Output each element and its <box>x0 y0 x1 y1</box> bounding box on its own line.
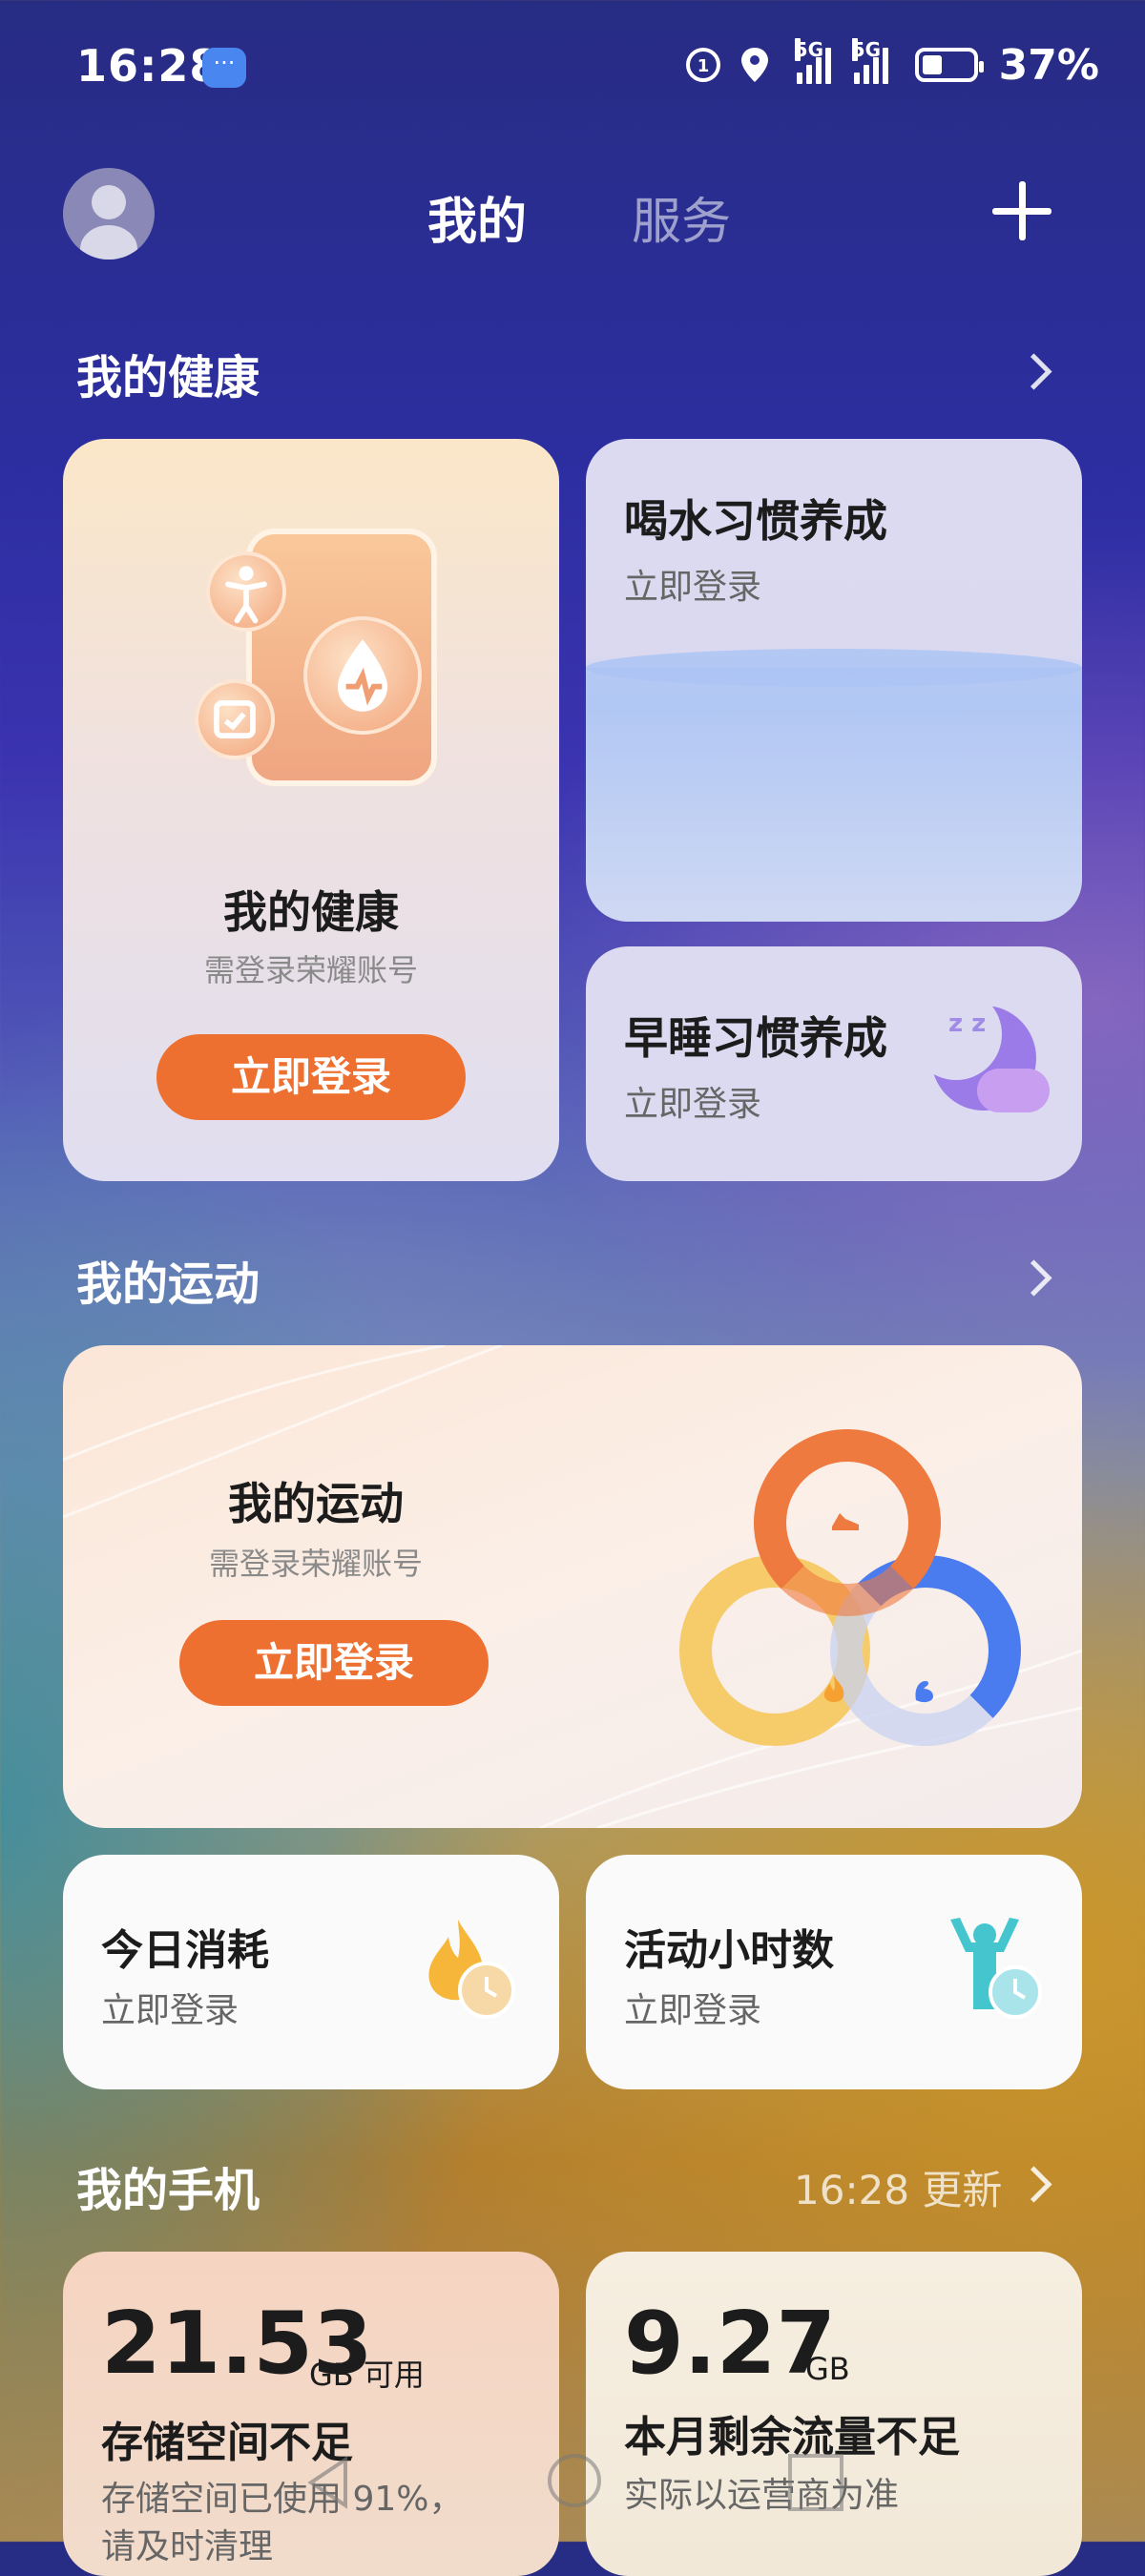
health-card-subtitle: 需登录荣耀账号 <box>203 952 418 988</box>
active-hours-card-subtitle: 立即登录 <box>624 1991 762 2030</box>
health-card[interactable]: 我的健康 需登录荣耀账号 立即登录 <box>63 439 559 1181</box>
calories-card[interactable]: 今日消耗 立即登录 <box>63 1855 559 2089</box>
phone-update-time: 16:28 更新 <box>794 2167 1003 2213</box>
active-hours-card-title: 活动小时数 <box>624 1926 834 1975</box>
storage-desc-line1: 存储空间已使用 91%， <box>101 2480 464 2519</box>
data-desc: 实际以运营商为准 <box>624 2476 900 2515</box>
active-hours-card[interactable]: 活动小时数 立即登录 <box>586 1855 1082 2089</box>
signal-icon: 5G <box>794 38 831 84</box>
battery-percent: 37% <box>998 40 1099 90</box>
calories-card-title: 今日消耗 <box>101 1926 269 1975</box>
water-card[interactable]: 喝水习惯养成 立即登录 <box>586 439 1082 922</box>
sport-card-title: 我的运动 <box>228 1478 404 1529</box>
svg-text:1: 1 <box>697 56 709 76</box>
calendar-bubble-icon <box>195 679 275 759</box>
data-unit: GB <box>805 2351 850 2387</box>
nav-back-icon[interactable] <box>302 2454 359 2511</box>
data-value: 9.27 <box>624 2294 837 2394</box>
message-icon <box>202 48 246 88</box>
arm-icon <box>915 1681 933 1703</box>
chevron-right-icon-2[interactable] <box>1015 1259 1052 1297</box>
calories-card-subtitle: 立即登录 <box>101 1991 239 2030</box>
status-time: 16:28 <box>76 40 221 92</box>
section-title-sport[interactable]: 我的运动 <box>76 1246 260 1313</box>
data-card[interactable]: 9.27 GB 本月剩余流量不足 实际以运营商为准 <box>586 2252 1082 2576</box>
signal-icon-2: 5G <box>851 38 888 84</box>
nav-home-icon[interactable] <box>548 2454 601 2507</box>
flame-icon <box>823 1675 844 1702</box>
water-card-title: 喝水习惯养成 <box>624 495 887 547</box>
status-right: 1 5G 5G 37% <box>684 38 1099 90</box>
flame-clock-icon <box>428 1920 515 2019</box>
sleep-card[interactable]: 早睡习惯养成 立即登录 z z <box>586 946 1082 1181</box>
location-icon <box>740 48 768 82</box>
chevron-right-icon-3[interactable] <box>1015 2166 1052 2203</box>
plus-icon[interactable] <box>992 181 1051 240</box>
status-bar: 16:28 1 5G 5G 37% <box>0 0 1145 134</box>
tab-mine[interactable]: 我的 <box>427 181 527 253</box>
sport-card[interactable]: 我的运动 需登录荣耀账号 立即登录 <box>63 1345 1082 1828</box>
sport-card-subtitle: 需登录荣耀账号 <box>208 1546 423 1582</box>
tab-service[interactable]: 服务 <box>632 181 731 253</box>
avatar-icon[interactable] <box>63 168 155 260</box>
storage-card[interactable]: 21.53 GB 可用 存储空间不足 存储空间已使用 91%， 请及时清理 <box>63 2252 559 2576</box>
health-card-title: 我的健康 <box>223 886 399 938</box>
chevron-right-icon[interactable] <box>1015 353 1052 390</box>
water-drop-icon <box>303 616 422 735</box>
section-title-phone[interactable]: 我的手机 <box>76 2152 260 2219</box>
data-saver-icon: 1 <box>685 48 720 82</box>
sleep-z-icon: z z <box>948 1009 987 1038</box>
water-card-subtitle: 立即登录 <box>624 568 762 607</box>
nav-recents-icon[interactable] <box>788 2454 843 2511</box>
shoe-icon <box>832 1513 859 1530</box>
person-bubble-icon <box>206 551 286 632</box>
water-fill <box>586 668 1082 922</box>
sleep-card-title: 早睡习惯养成 <box>624 1012 887 1064</box>
battery-icon <box>914 48 984 82</box>
storage-desc-line2: 请及时清理 <box>101 2527 274 2566</box>
storage-unit: GB 可用 <box>309 2357 425 2393</box>
sport-login-button[interactable]: 立即登录 <box>179 1620 489 1706</box>
section-title-health[interactable]: 我的健康 <box>76 340 260 406</box>
cloud-icon <box>977 1069 1050 1112</box>
health-login-button[interactable]: 立即登录 <box>156 1034 466 1120</box>
person-clock-icon <box>950 1918 1042 2019</box>
sleep-card-subtitle: 立即登录 <box>624 1085 762 1124</box>
